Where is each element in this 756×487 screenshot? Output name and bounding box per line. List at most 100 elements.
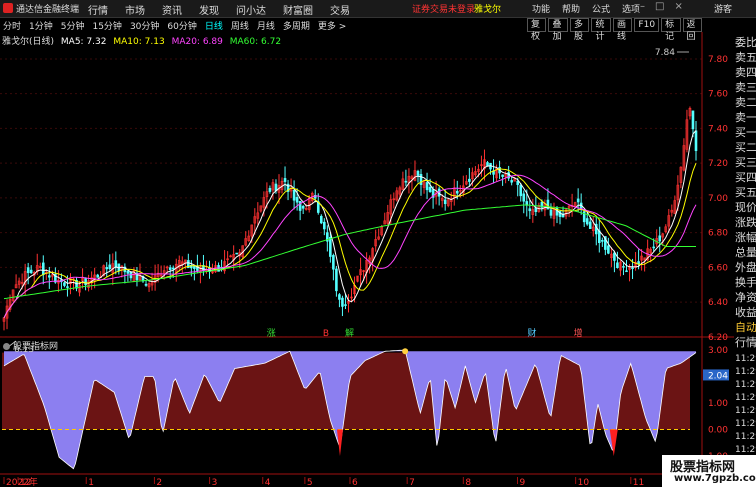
date-tick: 6 <box>352 478 358 487</box>
menu-wealth-circle[interactable]: 财富圈 <box>283 2 313 17</box>
quote-label: 卖三 <box>735 81 756 94</box>
candle-body <box>404 180 408 183</box>
candle-body <box>631 267 634 269</box>
candle-body <box>625 270 628 273</box>
candle-body <box>332 255 335 270</box>
right-menu: 功能 帮助 公式 选项 <box>532 2 640 15</box>
tool-back[interactable]: 返回 <box>682 18 703 42</box>
maximize-icon[interactable]: □ <box>655 1 664 12</box>
tick-time: 11:29 <box>735 393 756 403</box>
candle-body <box>29 269 33 274</box>
sub-tick: 3.00 <box>708 346 728 356</box>
sub-indicator-legend[interactable]: 股票指标网 <box>3 339 58 352</box>
menu-options[interactable]: 选项 <box>622 2 640 15</box>
menu-quote[interactable]: 行情 <box>88 2 108 17</box>
period-tick[interactable]: 分时 <box>3 19 21 32</box>
menu-function[interactable]: 功能 <box>532 2 550 15</box>
quote-label: 涨幅 <box>735 231 756 244</box>
candle-body <box>84 277 87 285</box>
date-tick: 4 <box>265 478 271 487</box>
candle-body <box>319 215 323 224</box>
menu-discover[interactable]: 发现 <box>199 2 219 17</box>
date-tick: 9 <box>519 478 525 487</box>
menu-help[interactable]: 帮助 <box>562 2 580 15</box>
period-tabs: 分时 1分钟 5分钟 15分钟 30分钟 60分钟 日线 周线 月线 多周期 更… <box>3 19 346 32</box>
sub-indicator-name: 股票指标网 <box>13 342 59 352</box>
menu-news[interactable]: 资讯 <box>162 2 182 17</box>
tick-time: 11:29 <box>735 445 756 455</box>
date-tick: 12 <box>20 478 31 487</box>
tick-time: 11:29 <box>735 367 756 377</box>
period-toolbar: 分时 1分钟 5分钟 15分钟 30分钟 60分钟 日线 周线 月线 多周期 更… <box>0 18 703 42</box>
price-tick: 6.80 <box>708 229 728 239</box>
event-marker: 财 <box>528 327 537 339</box>
candle-body <box>588 221 592 229</box>
app-title: 通达信金融终端 <box>16 5 80 15</box>
tool-statistics[interactable]: 统计 <box>591 18 611 42</box>
period-more[interactable]: 更多 > <box>318 19 346 32</box>
guest-label[interactable]: 游客 <box>714 2 732 15</box>
period-60min[interactable]: 60分钟 <box>167 19 196 32</box>
candle-body <box>268 187 272 192</box>
menu-market[interactable]: 市场 <box>125 2 145 17</box>
menu-trade[interactable]: 交易 <box>330 2 350 17</box>
chart-tools: 复权 叠加 多股 统计 画线 F10 标记 返回 <box>527 18 703 42</box>
candle-body <box>443 199 447 205</box>
ma20-line <box>3 174 697 319</box>
tool-draw-line[interactable]: 画线 <box>612 18 633 42</box>
period-weekly[interactable]: 周线 <box>231 19 249 32</box>
price-tick: 6.60 <box>708 263 728 273</box>
indicator-dot-icon <box>3 343 10 350</box>
period-multi[interactable]: 多周期 <box>283 19 310 32</box>
tick-time: 11:29 <box>735 406 756 416</box>
quote-label: 收益 <box>735 306 756 319</box>
candle-body <box>295 197 299 203</box>
candle-body <box>283 178 287 182</box>
date-tick: 5 <box>307 478 313 487</box>
event-marker: 解 <box>345 327 354 339</box>
candle-body <box>126 270 130 274</box>
period-1min[interactable]: 1分钟 <box>29 19 53 32</box>
candle-body <box>652 246 655 249</box>
candle-body <box>510 180 513 183</box>
period-monthly[interactable]: 月线 <box>257 19 275 32</box>
kline-chart[interactable]: 6.20 6.40 6.60 6.80 7.00 7.20 7.40 7.60 7.80 3.00… <box>0 32 734 487</box>
period-daily[interactable]: 日线 <box>205 19 223 32</box>
candlesticks <box>2 106 698 331</box>
quote-label: 净资 <box>735 291 756 304</box>
candle-body <box>168 267 172 270</box>
candle-body <box>519 184 523 197</box>
period-5min[interactable]: 5分钟 <box>61 19 85 32</box>
ma5-line <box>3 130 697 319</box>
menu-assistant[interactable]: 问小达 <box>236 2 266 17</box>
date-tick: 1 <box>88 478 94 487</box>
period-30min[interactable]: 30分钟 <box>130 19 159 32</box>
quote-label[interactable]: 自动 <box>735 319 756 335</box>
candle-body <box>301 205 305 209</box>
quote-label: 买二 <box>735 141 756 154</box>
close-icon[interactable]: × <box>674 1 682 12</box>
menu-formula[interactable]: 公式 <box>592 2 610 15</box>
login-notice[interactable]: 证券交易未登录 <box>412 2 475 15</box>
candle-body <box>528 208 532 212</box>
tool-f10[interactable]: F10 <box>634 18 660 32</box>
tool-overlay[interactable]: 叠加 <box>548 18 568 42</box>
event-marker: 增 <box>574 327 583 339</box>
tool-mark[interactable]: 标记 <box>661 18 681 42</box>
tool-adjust[interactable]: 复权 <box>527 18 547 42</box>
quote-label: 买四 <box>735 171 756 184</box>
quote-label: 换手 <box>735 276 756 289</box>
candle-body <box>323 221 326 230</box>
event-marker: 涨 <box>267 328 276 339</box>
date-tick: 10 <box>578 478 590 487</box>
price-tick: 7.00 <box>708 194 728 204</box>
quote-label: 委比 <box>735 36 756 49</box>
minimize-icon[interactable]: – <box>640 1 645 12</box>
tick-time: 11:29 <box>735 432 756 442</box>
quote-label: 现价 <box>735 201 756 214</box>
main-menu: 行情 市场 资讯 发现 问小达 财富圈 交易 <box>88 2 350 17</box>
candle-body <box>616 262 619 269</box>
tool-multi-stock[interactable]: 多股 <box>569 18 590 42</box>
period-15min[interactable]: 15分钟 <box>92 19 121 32</box>
quote-panel: 委比 卖五 卖四 卖三 卖二 卖一 买一 买二 买三 买四 买五 现价 涨跌 涨幅 总量 外盘 换手 净资 收益 自动… <box>734 34 756 487</box>
